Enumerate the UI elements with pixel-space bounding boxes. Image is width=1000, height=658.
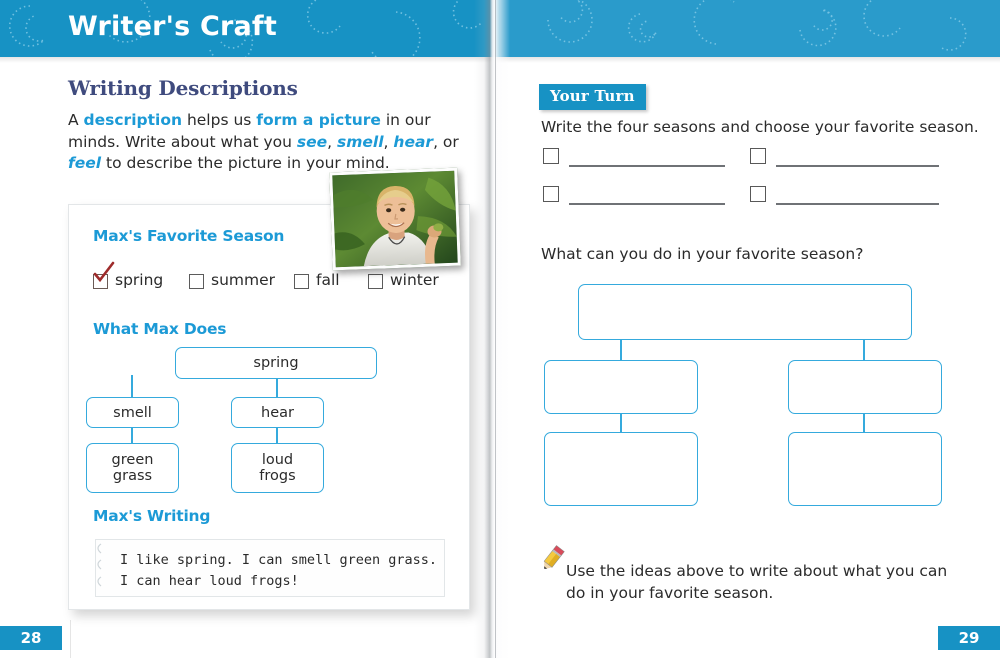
header-band-shadow: [0, 57, 1000, 63]
intro-text-1: A: [68, 111, 84, 129]
answer-row-3[interactable]: [543, 186, 728, 208]
photo-image: [332, 170, 458, 268]
writing-sample-text: I like spring. I can smell green grass. …: [120, 552, 437, 589]
intro-sep-1: ,: [327, 132, 338, 151]
model-heading-max-writing: Max's Writing: [93, 507, 211, 525]
answer-line-4[interactable]: [776, 203, 939, 205]
flow-box-green-grass: green grass: [86, 443, 179, 493]
answer-checkbox-3[interactable]: [543, 186, 559, 202]
left-page: Writing Descriptions A description helps…: [0, 0, 494, 658]
intro-paragraph: A description helps us form a picture in…: [68, 110, 468, 175]
model-heading-what-max-does: What Max Does: [93, 320, 227, 338]
keyword-description: description: [83, 111, 183, 129]
flow-box-root: spring: [175, 347, 377, 379]
checkbox-fall[interactable]: [294, 274, 309, 289]
flow-box-smell: smell: [86, 397, 179, 428]
keyword-smell: smell: [337, 132, 384, 151]
model-heading-season: Max's Favorite Season: [93, 227, 285, 245]
left-margin-rule: [70, 620, 71, 658]
answer-line-1[interactable]: [569, 165, 725, 167]
keyword-feel: feel: [68, 154, 102, 172]
checkbox-summer[interactable]: [189, 274, 204, 289]
keyword-hear: hear: [393, 132, 434, 151]
writing-sample-box: I like spring. I can smell green grass. …: [95, 539, 445, 597]
section-title: Writing Descriptions: [68, 76, 298, 100]
answer-line-2[interactable]: [776, 165, 939, 167]
intro-text-2: helps us: [182, 111, 257, 129]
season-label-winter: winter: [390, 271, 439, 289]
season-checkbox-row: spring summer fall winter: [93, 261, 453, 295]
answer-checkbox-4[interactable]: [750, 186, 766, 202]
your-turn-badge: Your Turn: [539, 84, 646, 110]
answer-row-2[interactable]: [750, 148, 942, 170]
pencil-icon: [543, 545, 565, 570]
season-label-summer: summer: [211, 271, 276, 289]
blank-flow-box-root[interactable]: [578, 284, 912, 340]
answer-checkbox-2[interactable]: [750, 148, 766, 164]
prompt-favorite-season-activity: What can you do in your favorite season?: [541, 245, 864, 263]
blank-flowchart: [500, 270, 1000, 515]
checkbox-winter[interactable]: [368, 274, 383, 289]
blank-flow-box-right-leaf[interactable]: [788, 432, 942, 506]
notebook-tabs-decoration: [97, 543, 102, 587]
page-number-left: 28: [0, 626, 62, 650]
page-title: Writer's Craft: [68, 11, 277, 42]
book-spread: Writing Descriptions A description helps…: [0, 0, 1000, 658]
student-photo: [329, 167, 461, 271]
header-band: Writer's Craft: [0, 0, 1000, 57]
blank-flow-box-left-middle[interactable]: [544, 360, 698, 414]
keyword-see: see: [296, 132, 328, 151]
model-flowchart: spring smell hear green grass loud frogs: [69, 345, 469, 497]
intro-text-4: to describe the picture in your mind.: [101, 154, 390, 172]
prompt-four-seasons: Write the four seasons and choose your f…: [541, 118, 979, 136]
season-label-spring: spring: [115, 271, 164, 289]
blank-flow-box-right-middle[interactable]: [788, 360, 942, 414]
flow-connector-left-top: [131, 375, 133, 397]
blank-flow-box-left-leaf[interactable]: [544, 432, 698, 506]
answer-row-1[interactable]: [543, 148, 728, 170]
book-spine-line: [495, 0, 496, 658]
intro-sep-3: , or: [433, 132, 459, 151]
page-number-right: 29: [938, 626, 1000, 650]
check-mark-icon: [93, 261, 115, 283]
task-instruction: Use the ideas above to write about what …: [566, 562, 948, 602]
answer-checkbox-1[interactable]: [543, 148, 559, 164]
season-label-fall: fall: [316, 271, 340, 289]
flow-box-loud-frogs: loud frogs: [231, 443, 324, 493]
answer-line-3[interactable]: [569, 203, 725, 205]
flow-box-hear: hear: [231, 397, 324, 428]
intro-sep-2: ,: [383, 132, 394, 151]
answer-row-4[interactable]: [750, 186, 942, 208]
keyword-form-a-picture: form a picture: [256, 111, 381, 129]
